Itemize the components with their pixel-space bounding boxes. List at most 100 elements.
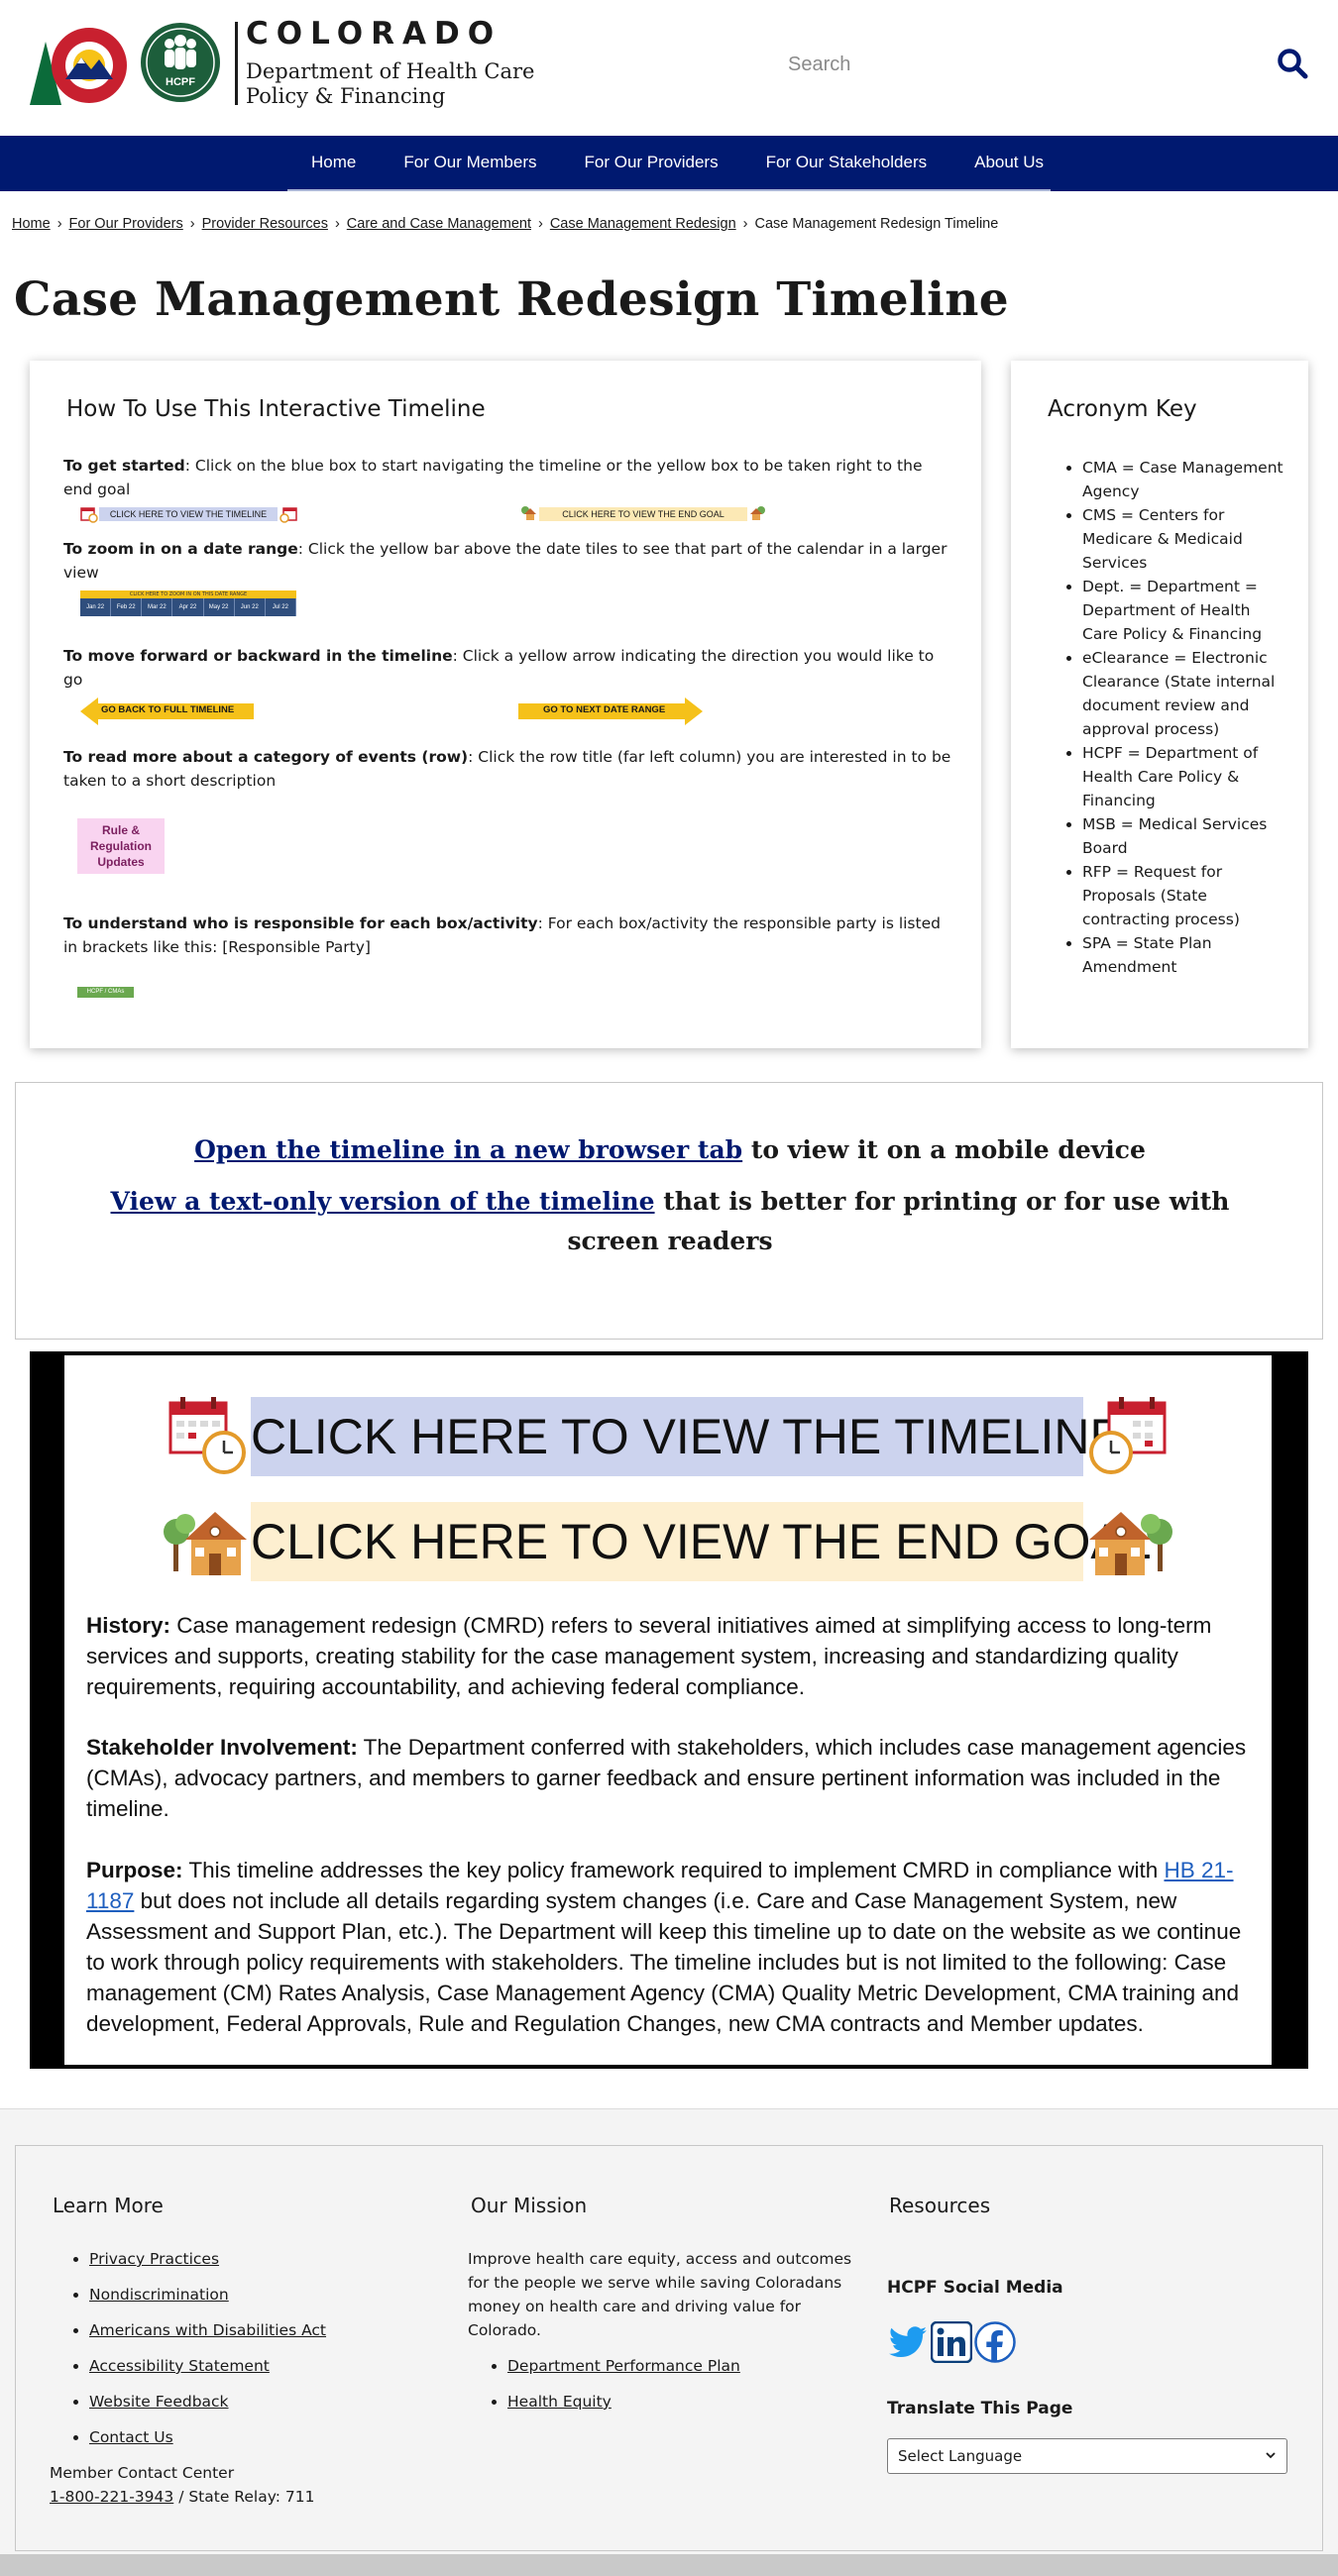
acronym-card: Acronym Key CMA = Case Management Agency… bbox=[1011, 361, 1308, 1048]
breadcrumb-link-home[interactable]: Home bbox=[12, 216, 51, 232]
footer-link-item: Website Feedback bbox=[89, 2384, 326, 2419]
member-contact-phone-line: 1-800-221-3943 / State Relay: 711 bbox=[50, 2485, 315, 2509]
howto-move: To move forward or backward in the timel… bbox=[63, 644, 955, 692]
breadcrumb-link-providers[interactable]: For Our Providers bbox=[69, 216, 183, 232]
howto-read-more: To read more about a category of events … bbox=[63, 745, 955, 793]
stakeholder-paragraph: Stakeholder Involvement: The Department … bbox=[86, 1732, 1256, 1824]
text-only-line: View a text-only version of the timeline… bbox=[16, 1182, 1324, 1261]
timeline-links-box: Open the timeline in a new browser tab t… bbox=[15, 1082, 1323, 1340]
calendar-clock-icon bbox=[1089, 1397, 1167, 1474]
howto-zoom: To zoom in on a date range: Click the ye… bbox=[63, 537, 955, 585]
sample-zoom-bar: CLICK HERE TO ZOOM IN ON THIS DATE RANGE bbox=[80, 590, 296, 598]
breadcrumb-separator: › bbox=[189, 216, 195, 232]
sample-next-arrow-label: GO TO NEXT DATE RANGE bbox=[543, 704, 666, 715]
acronym-list: CMA = Case Management Agency CMS = Cente… bbox=[1082, 456, 1290, 979]
nav-item-about[interactable]: About Us bbox=[950, 153, 1067, 172]
colorado-logo-icon[interactable] bbox=[30, 22, 131, 105]
sample-view-end-goal-button: CLICK HERE TO VIEW THE END GOAL bbox=[539, 507, 747, 521]
calendar-clock-icon bbox=[168, 1397, 246, 1474]
mission-text: Improve health care equity, access and o… bbox=[468, 2250, 852, 2339]
breadcrumb-current: Case Management Redesign Timeline bbox=[754, 216, 999, 232]
nav-item-members[interactable]: For Our Members bbox=[380, 153, 560, 172]
sample-date-tile: Mar 22 bbox=[142, 598, 173, 616]
health-equity-link[interactable]: Health Equity bbox=[507, 2393, 612, 2411]
howto-responsible: To understand who is responsible for eac… bbox=[63, 912, 955, 959]
howto-get-started-text: : Click on the blue box to start navigat… bbox=[63, 457, 923, 498]
search-input[interactable] bbox=[788, 40, 1244, 89]
breadcrumb-link-cmrd[interactable]: Case Management Redesign bbox=[550, 216, 736, 232]
history-paragraph: History: Case management redesign (CMRD)… bbox=[86, 1610, 1256, 1702]
search-icon bbox=[1278, 49, 1308, 79]
house-icon bbox=[521, 506, 536, 520]
website-feedback-link[interactable]: Website Feedback bbox=[89, 2393, 229, 2411]
purpose-text-1: This timeline addresses the key policy f… bbox=[182, 1858, 1165, 1882]
howto-get-started-label: To get started bbox=[63, 457, 185, 475]
acronym-item: CMS = Centers for Medicare & Medicaid Se… bbox=[1082, 503, 1290, 575]
acronym-item: Dept. = Department = Department of Healt… bbox=[1082, 575, 1290, 646]
open-timeline-line: Open the timeline in a new browser tab t… bbox=[16, 1130, 1324, 1170]
open-timeline-rest: to view it on a mobile device bbox=[742, 1135, 1146, 1164]
acronym-item: eClearance = Electronic Clearance (State… bbox=[1082, 646, 1290, 741]
calendar-clock-icon bbox=[80, 507, 98, 523]
footer-link-item: Nondiscrimination bbox=[89, 2277, 326, 2312]
sample-date-tile: Jun 22 bbox=[235, 598, 266, 616]
purpose-label: Purpose: bbox=[86, 1858, 183, 1882]
hcpf-logo-icon[interactable]: HCPF bbox=[140, 22, 221, 103]
footer-link-item: Health Equity bbox=[507, 2384, 740, 2419]
howto-move-label: To move forward or backward in the timel… bbox=[63, 647, 453, 665]
embedded-timeline: CLICK HERE TO VIEW THE TIMELINE CLICK HE… bbox=[30, 1351, 1308, 2069]
department-name-line2: Policy & Financing bbox=[246, 84, 446, 108]
breadcrumb-link-care-case-management[interactable]: Care and Case Management bbox=[347, 216, 531, 232]
sample-date-tile: May 22 bbox=[204, 598, 235, 616]
house-icon bbox=[750, 506, 765, 520]
view-end-goal-button[interactable]: CLICK HERE TO VIEW THE END GOAL bbox=[251, 1502, 1152, 1581]
accessibility-statement-link[interactable]: Accessibility Statement bbox=[89, 2357, 270, 2375]
footer-link-item: Privacy Practices bbox=[89, 2241, 326, 2277]
footer-link-item: Department Performance Plan bbox=[507, 2348, 740, 2384]
stakeholder-label: Stakeholder Involvement: bbox=[86, 1735, 358, 1760]
sample-date-tile: Jul 22 bbox=[266, 598, 296, 616]
learn-more-list: Privacy Practices Nondiscrimination Amer… bbox=[67, 2241, 326, 2455]
privacy-practices-link[interactable]: Privacy Practices bbox=[89, 2250, 219, 2268]
acronym-item: RFP = Request for Proposals (State contr… bbox=[1082, 860, 1290, 931]
performance-plan-link[interactable]: Department Performance Plan bbox=[507, 2357, 740, 2375]
text-only-timeline-link[interactable]: View a text-only version of the timeline bbox=[111, 1187, 655, 1216]
sample-date-tile: Feb 22 bbox=[111, 598, 143, 616]
main-nav: Home For Our Members For Our Providers F… bbox=[0, 136, 1338, 191]
site-header: HCPF COLORADO Department of Health Care … bbox=[0, 0, 1338, 136]
sample-back-arrow-label: GO BACK TO FULL TIMELINE bbox=[101, 704, 235, 715]
open-timeline-link[interactable]: Open the timeline in a new browser tab bbox=[194, 1135, 742, 1164]
twitter-icon[interactable] bbox=[887, 2321, 929, 2363]
nondiscrimination-link[interactable]: Nondiscrimination bbox=[89, 2286, 229, 2304]
breadcrumb-separator: › bbox=[537, 216, 543, 232]
nav-item-home[interactable]: Home bbox=[287, 153, 380, 172]
ada-link[interactable]: Americans with Disabilities Act bbox=[89, 2321, 326, 2339]
linkedin-icon[interactable] bbox=[931, 2321, 972, 2363]
resources-title: Resources bbox=[889, 2194, 991, 2217]
house-icon bbox=[1089, 1512, 1172, 1575]
facebook-icon[interactable] bbox=[974, 2321, 1016, 2363]
purpose-text-2: but does not include all details regardi… bbox=[86, 1888, 1242, 2036]
translate-title: Translate This Page bbox=[887, 2399, 1073, 2418]
nav-item-stakeholders[interactable]: For Our Stakeholders bbox=[742, 153, 951, 172]
acronym-item: CMA = Case Management Agency bbox=[1082, 456, 1290, 503]
search-button[interactable] bbox=[1277, 48, 1310, 81]
footer-link-item: Accessibility Statement bbox=[89, 2348, 326, 2384]
member-contact-phone-link[interactable]: 1-800-221-3943 bbox=[50, 2488, 173, 2506]
language-select[interactable]: Select Language bbox=[887, 2438, 1287, 2474]
howto-read-more-label: To read more about a category of events … bbox=[63, 748, 469, 766]
sample-view-timeline-button: CLICK HERE TO VIEW THE TIMELINE bbox=[99, 507, 278, 521]
breadcrumb-link-provider-resources[interactable]: Provider Resources bbox=[202, 216, 328, 232]
sample-row-title-tile: Rule & Regulation Updates bbox=[77, 818, 165, 874]
breadcrumb-separator: › bbox=[742, 216, 748, 232]
contact-us-link[interactable]: Contact Us bbox=[89, 2428, 173, 2446]
department-name-line1: Department of Health Care bbox=[246, 59, 535, 83]
chevron-down-icon bbox=[1266, 2452, 1276, 2459]
howto-get-started: To get started: Click on the blue box to… bbox=[63, 454, 955, 501]
view-timeline-button[interactable]: CLICK HERE TO VIEW THE TIMELINE bbox=[251, 1397, 1123, 1476]
calendar-clock-icon bbox=[279, 507, 297, 523]
footer-link-item: Americans with Disabilities Act bbox=[89, 2312, 326, 2348]
nav-item-providers[interactable]: For Our Providers bbox=[561, 153, 742, 172]
breadcrumb: Home › For Our Providers › Provider Resource… bbox=[12, 216, 998, 232]
hcpf-badge-text: HCPF bbox=[166, 76, 195, 88]
